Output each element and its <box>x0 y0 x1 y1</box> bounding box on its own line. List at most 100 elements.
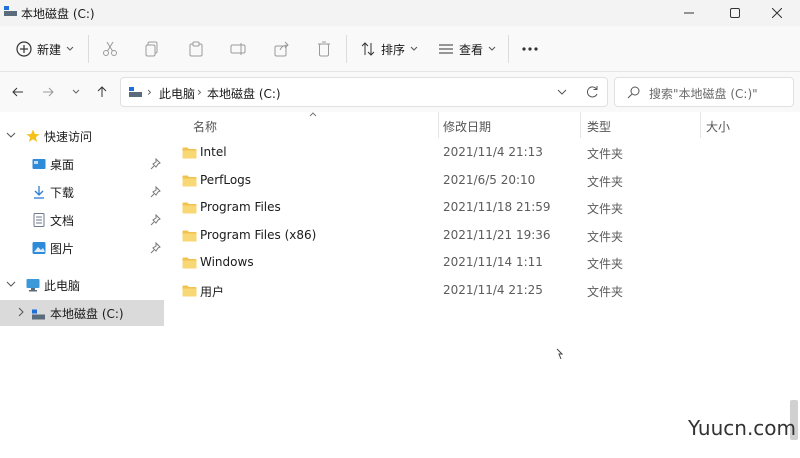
table-row[interactable]: Program Files 2021/11/18 21:59 文件夹 <box>178 194 790 221</box>
sidebar-item-local-disk[interactable]: 本地磁盘 (C:) <box>0 300 164 326</box>
view-label: 查看 <box>459 42 484 57</box>
new-button[interactable]: 新建 <box>16 34 74 64</box>
sidebar-item-pictures[interactable]: 图片 <box>0 235 164 261</box>
download-icon <box>34 186 44 199</box>
minimize-button[interactable] <box>666 0 712 26</box>
folder-icon <box>182 175 197 187</box>
folder-icon <box>182 257 197 269</box>
table-row[interactable]: Intel 2021/11/4 21:13 文件夹 <box>178 139 790 166</box>
file-date: 2021/6/5 20:10 <box>443 173 536 187</box>
up-button[interactable] <box>92 82 112 102</box>
chevron-down-icon[interactable] <box>557 89 567 96</box>
refresh-icon[interactable] <box>585 85 599 99</box>
sidebar-item-documents[interactable]: 文档 <box>0 207 164 233</box>
table-row[interactable]: Windows 2021/11/14 1:11 文件夹 <box>178 249 790 276</box>
file-type: 文件夹 <box>587 257 624 271</box>
file-list: 名称 修改日期 类型 大小 Intel 2021/11/4 21:13 文件夹 … <box>164 112 790 458</box>
toolbar-divider <box>346 35 347 63</box>
mouse-cursor-icon <box>556 348 564 360</box>
column-divider[interactable] <box>700 112 701 138</box>
pin-icon[interactable] <box>150 242 162 254</box>
delete-button[interactable] <box>314 39 334 59</box>
view-button[interactable]: 查看 <box>438 34 496 64</box>
more-button[interactable] <box>520 39 540 59</box>
share-icon <box>274 41 289 57</box>
rename-button[interactable] <box>228 39 248 59</box>
address-bar[interactable]: › 此电脑 › 本地磁盘 (C:) <box>120 77 608 107</box>
title-bar: 本地磁盘 (C:) <box>0 0 800 26</box>
breadcrumb-drive[interactable]: 本地磁盘 (C:) <box>207 85 281 102</box>
sidebar-item-quick-access[interactable]: 快速访问 <box>0 123 164 149</box>
chevron-down-icon <box>66 46 74 51</box>
file-type: 文件夹 <box>587 230 624 244</box>
sidebar-label: 本地磁盘 (C:) <box>50 307 124 321</box>
paste-icon <box>189 41 203 57</box>
sidebar-item-label: 桌面 <box>50 158 75 172</box>
chevron-down-icon[interactable] <box>6 278 16 290</box>
sidebar-item-downloads[interactable]: 下载 <box>0 179 164 205</box>
forward-button[interactable] <box>38 82 58 102</box>
sort-label: 排序 <box>381 42 406 57</box>
watermark: Yuucn.com <box>688 416 797 440</box>
sidebar-item-label: 图片 <box>50 242 75 256</box>
breadcrumb-separator: › <box>197 85 202 99</box>
file-date: 2021/11/4 21:13 <box>443 145 543 159</box>
folder-icon <box>182 147 197 159</box>
column-divider[interactable] <box>580 112 581 138</box>
share-button[interactable] <box>272 39 292 59</box>
new-label: 新建 <box>37 42 62 57</box>
navigation-pane: 快速访问 桌面 下载 文档 图片 此电脑 本地磁盘 (C:) <box>0 112 164 458</box>
pin-icon[interactable] <box>150 186 162 198</box>
desktop-icon <box>32 159 46 169</box>
breadcrumb-separator: › <box>147 85 152 99</box>
file-name: Program Files <box>200 200 281 214</box>
sidebar-item-this-pc[interactable]: 此电脑 <box>0 272 164 298</box>
close-icon <box>772 8 782 18</box>
delete-icon <box>318 41 330 57</box>
file-name: 用户 <box>200 285 225 299</box>
table-row[interactable]: Program Files (x86) 2021/11/21 19:36 文件夹 <box>178 222 790 249</box>
copy-button[interactable] <box>142 39 162 59</box>
chevron-right-icon[interactable] <box>16 306 26 318</box>
pin-icon[interactable] <box>150 158 162 170</box>
file-name: Windows <box>200 255 254 269</box>
close-button[interactable] <box>754 0 800 26</box>
table-row[interactable]: 用户 2021/11/4 21:25 文件夹 <box>178 277 790 304</box>
chevron-down-icon <box>72 89 80 94</box>
chevron-down-icon <box>488 46 496 51</box>
breadcrumb-this-pc[interactable]: 此电脑 <box>159 85 195 102</box>
sidebar-label: 快速访问 <box>44 130 93 144</box>
folder-icon <box>182 202 197 214</box>
maximize-button[interactable] <box>712 0 758 26</box>
column-header-date[interactable]: 修改日期 <box>443 118 491 135</box>
command-bar: 新建 排序 查看 <box>0 26 800 72</box>
cut-icon <box>103 41 117 56</box>
column-divider[interactable] <box>438 112 439 138</box>
pin-icon[interactable] <box>150 214 162 226</box>
star-icon <box>26 129 40 142</box>
column-header-type[interactable]: 类型 <box>587 118 611 135</box>
plus-circle-icon <box>16 41 32 57</box>
sort-button[interactable]: 排序 <box>360 34 418 64</box>
file-date: 2021/11/4 21:25 <box>443 283 543 297</box>
folder-icon <box>182 285 197 297</box>
toolbar-divider <box>88 35 89 63</box>
cut-button[interactable] <box>100 39 120 59</box>
column-header-name[interactable]: 名称 <box>193 118 217 135</box>
search-placeholder: 搜索"本地磁盘 (C:)" <box>649 87 758 101</box>
column-header-size[interactable]: 大小 <box>706 118 730 135</box>
paste-button[interactable] <box>186 39 206 59</box>
table-row[interactable]: PerfLogs 2021/6/5 20:10 文件夹 <box>178 167 790 194</box>
arrow-up-icon <box>97 86 107 97</box>
chevron-down-icon[interactable] <box>6 129 16 141</box>
recent-locations-button[interactable] <box>66 82 86 102</box>
toolbar-divider <box>508 35 509 63</box>
minimize-icon <box>684 12 694 14</box>
search-input[interactable]: 搜索"本地磁盘 (C:)" <box>614 77 794 107</box>
sidebar-item-desktop[interactable]: 桌面 <box>0 151 164 177</box>
back-button[interactable] <box>8 82 28 102</box>
arrow-right-icon <box>43 87 54 97</box>
drive-icon <box>32 309 45 320</box>
rename-icon <box>230 43 246 55</box>
file-date: 2021/11/14 1:11 <box>443 255 543 269</box>
